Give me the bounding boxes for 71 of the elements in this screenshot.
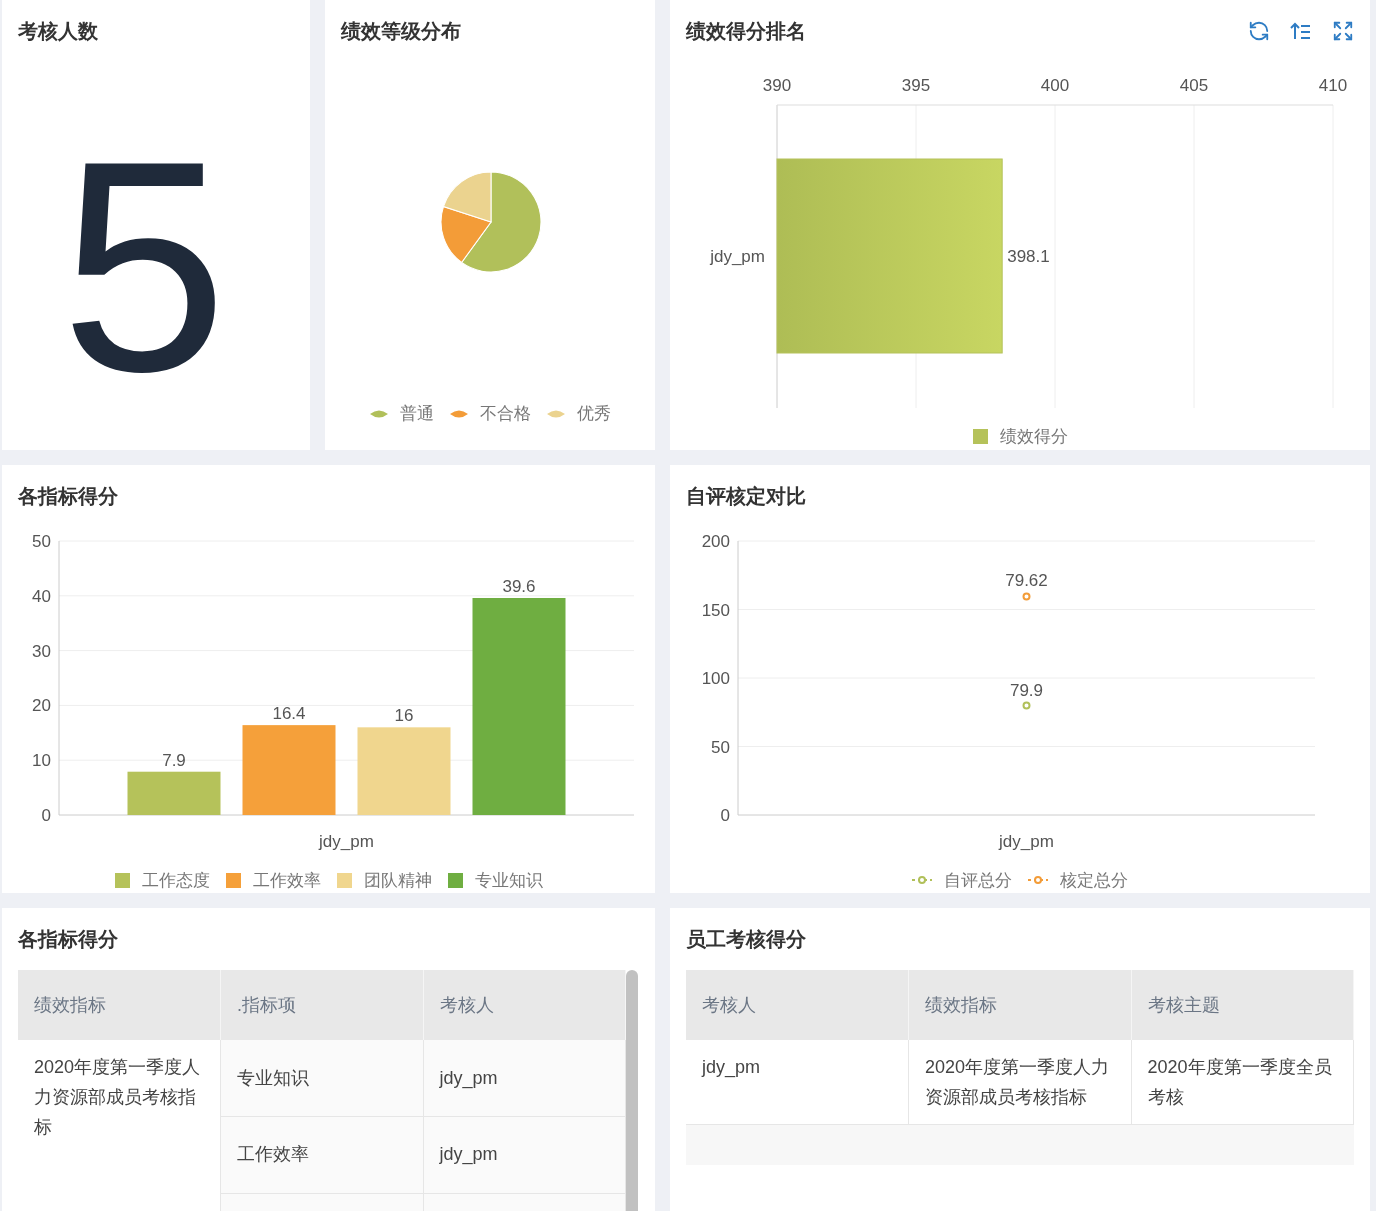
headcount-number: 5 [59,116,229,416]
column-header: 考核人 [423,970,626,1040]
axis-tick-label: 40 [32,586,51,606]
table-cell: jdy_pm [423,1040,626,1117]
legend-item[interactable]: 不合格 [449,401,531,427]
legend-swatch [225,872,241,888]
legend-swatch [114,872,130,888]
data-point [1022,701,1031,710]
legend-item[interactable]: 专业知识 [447,867,543,893]
card-title: 考核人数 [18,19,99,44]
table-cell: 专业知识 [220,1040,423,1117]
legend-item[interactable]: 优秀 [546,401,611,427]
axis-tick-label: 405 [1179,76,1209,95]
data-label: 16.4 [272,703,306,723]
axis-tick-label: 410 [1318,76,1348,95]
axis-tick-label: 395 [901,76,931,95]
legend-item[interactable]: 核定总分 [1028,867,1128,893]
axis-tick-label: 20 [32,695,51,715]
sort-icon[interactable] [1290,20,1312,42]
axis-tick-label: 150 [701,600,730,619]
axis-tick-label: 10 [32,750,51,770]
card-title: 各指标得分 [18,483,119,509]
table-cell: jdy_pm [423,1116,626,1193]
table-cell: 2020年度第一季度人力资源部成员考核指标 [18,1040,221,1211]
legend-item[interactable]: 工作态度 [114,867,210,893]
legend-marker-icon [912,875,932,886]
data-point [1022,592,1031,600]
legend-item[interactable]: 工作效率 [225,867,321,893]
axis-tick-label: 100 [701,668,730,688]
legend-swatch [447,872,463,888]
axis-tick-label: 390 [762,76,792,95]
refresh-icon[interactable] [1248,20,1270,42]
legend-swatch [972,429,988,445]
column-header: .指标项 [220,970,423,1040]
category-label: jdy_pm [319,831,374,851]
card-title: 各指标得分 [18,927,119,952]
data-label: 16 [394,705,414,725]
column-header: 绩效指标 [18,970,221,1040]
column-header: 考核主题 [1131,970,1354,1040]
data-label: 398.1 [1007,247,1050,266]
axis-tick-label: 200 [701,531,730,551]
table-cell: jdy_pm [686,1040,909,1125]
data-label: 79.9 [1009,680,1044,700]
axis-tick-label: 0 [720,805,730,825]
axis-tick-label: 30 [32,641,51,661]
legend-swatch [336,872,352,888]
scrollbar[interactable] [626,970,638,1211]
card-title: 自评核定对比 [686,483,807,509]
legend-marker-icon [1028,875,1048,886]
card-title: 绩效得分排名 [686,19,806,44]
legend-item[interactable]: 团队精神 [336,867,432,893]
category-label: jdy_pm [710,247,765,266]
table-cell: 工作效率 [220,1116,423,1193]
legend-item[interactable]: 普通 [369,401,434,427]
data-label: 79.62 [1005,571,1048,590]
axis-tick-label: 0 [41,805,51,825]
column-header: 考核人 [686,970,909,1040]
table-cell: 2020年度第一季度人力资源部成员考核指标 [908,1040,1131,1125]
table-cell: 2020年度第一季度全员考核 [1131,1040,1354,1125]
card-title: 绩效等级分布 [341,19,462,44]
card-title: 员工考核得分 [686,927,807,952]
category-label: jdy_pm [999,831,1054,851]
axis-tick-label: 400 [1040,76,1070,95]
legend-item[interactable]: 绩效得分 [972,424,1068,450]
column-header: 绩效指标 [908,970,1131,1040]
legend-item[interactable]: 自评总分 [912,867,1012,893]
axis-tick-label: 50 [711,737,730,756]
data-label: 39.6 [502,576,536,596]
axis-tick-label: 50 [32,531,51,551]
fullscreen-icon[interactable] [1332,20,1354,42]
data-label: 7.9 [162,750,186,770]
